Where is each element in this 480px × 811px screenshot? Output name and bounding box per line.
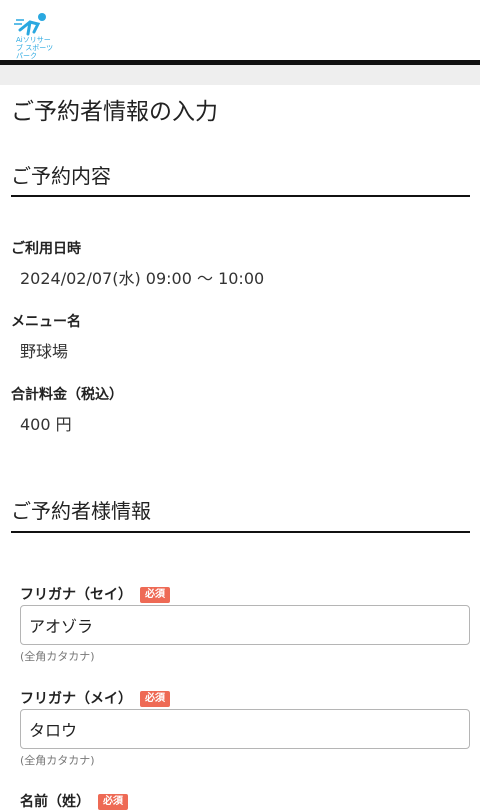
- kana-sei-hint: (全角カタカナ): [20, 650, 95, 663]
- page-title: ご予約者情報の入力: [11, 99, 218, 125]
- required-badge: 必須: [98, 794, 128, 810]
- datetime-value: 2024/02/07(水) 09:00 〜 10:00: [20, 269, 265, 288]
- total-label: 合計料金（税込）: [11, 387, 123, 403]
- menu-label: メニュー名: [11, 314, 81, 330]
- total-value: 400 円: [20, 415, 72, 434]
- logo-text: Aiソリサーブ スポーツパーク: [16, 36, 54, 60]
- site-header: Aiソリサーブ スポーツパーク: [0, 0, 480, 60]
- booker-section-title: ご予約者様情報: [11, 499, 151, 523]
- kana-mei-label: フリガナ（メイ）: [20, 691, 132, 707]
- kana-sei-label: フリガナ（セイ）: [20, 587, 132, 603]
- kana-mei-input[interactable]: [20, 709, 470, 749]
- section-divider: [11, 531, 470, 533]
- name-sei-label: 名前（姓）: [20, 794, 90, 810]
- required-badge: 必須: [140, 587, 170, 603]
- reservation-section-title: ご予約内容: [11, 164, 111, 188]
- section-divider: [11, 195, 470, 197]
- kana-mei-hint: (全角カタカナ): [20, 754, 95, 767]
- kana-sei-input[interactable]: [20, 605, 470, 645]
- header-spacer: [0, 65, 480, 85]
- required-badge: 必須: [140, 691, 170, 707]
- datetime-label: ご利用日時: [11, 241, 81, 257]
- menu-value: 野球場: [20, 342, 69, 361]
